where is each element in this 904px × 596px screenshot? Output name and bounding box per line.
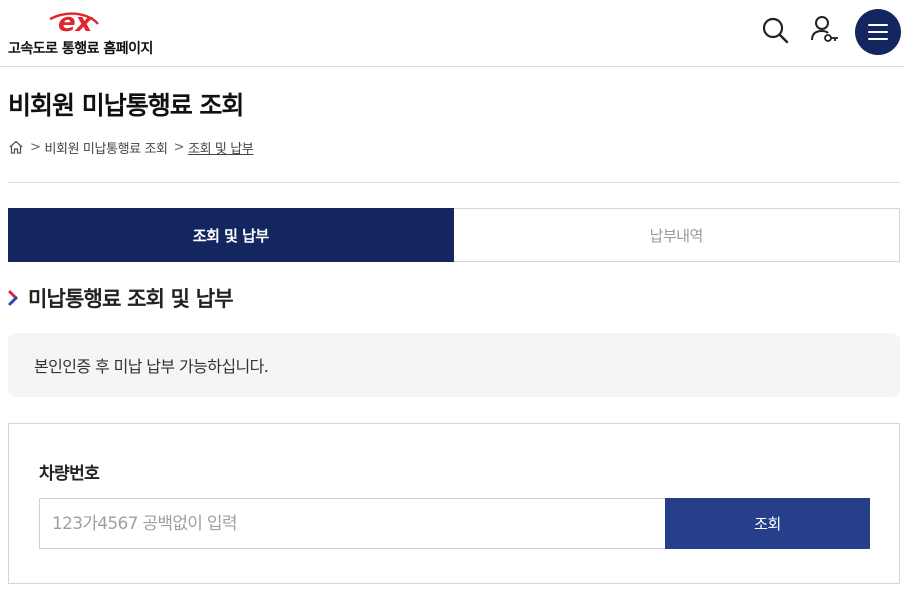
plate-search-form: 차량번호 조회 xyxy=(8,423,900,584)
home-icon[interactable] xyxy=(8,139,24,155)
divider xyxy=(8,182,900,183)
tab-inquiry-payment[interactable]: 조회 및 납부 xyxy=(8,208,454,262)
search-icon[interactable] xyxy=(759,14,791,46)
breadcrumb-item[interactable]: 비회원 미납통행료 조회 xyxy=(45,138,168,157)
breadcrumb-separator: > xyxy=(173,139,185,155)
notice-box: 본인인증 후 미납 납부 가능하십니다. xyxy=(8,333,900,397)
query-button[interactable]: 조회 xyxy=(665,498,870,549)
ex-logo-icon[interactable]: ex xyxy=(46,6,128,34)
breadcrumb-item-current[interactable]: 조회 및 납부 xyxy=(188,138,254,157)
site-header: ex 고속도로 통행료 홈페이지 xyxy=(0,0,904,67)
breadcrumb: > 비회원 미납통행료 조회 > 조회 및 납부 xyxy=(8,137,254,157)
section-title: 미납통행료 조회 및 납부 xyxy=(28,287,234,311)
breadcrumb-separator: > xyxy=(30,139,41,155)
chevron-right-icon xyxy=(8,290,18,306)
plate-number-input[interactable] xyxy=(39,498,666,549)
page-title: 비회원 미납통행료 조회 xyxy=(8,91,244,120)
notice-text: 본인인증 후 미납 납부 가능하십니다. xyxy=(34,357,269,376)
svg-text:ex: ex xyxy=(58,8,94,34)
hamburger-menu-icon[interactable] xyxy=(855,9,901,55)
tab-bar: 조회 및 납부 납부내역 xyxy=(8,208,900,262)
site-name[interactable]: 고속도로 통행료 홈페이지 xyxy=(8,38,153,58)
user-key-icon[interactable] xyxy=(808,14,840,46)
plate-number-label: 차량번호 xyxy=(39,464,100,484)
section-heading: 미납통행료 조회 및 납부 xyxy=(8,284,234,312)
tab-payment-history[interactable]: 납부내역 xyxy=(453,208,900,262)
